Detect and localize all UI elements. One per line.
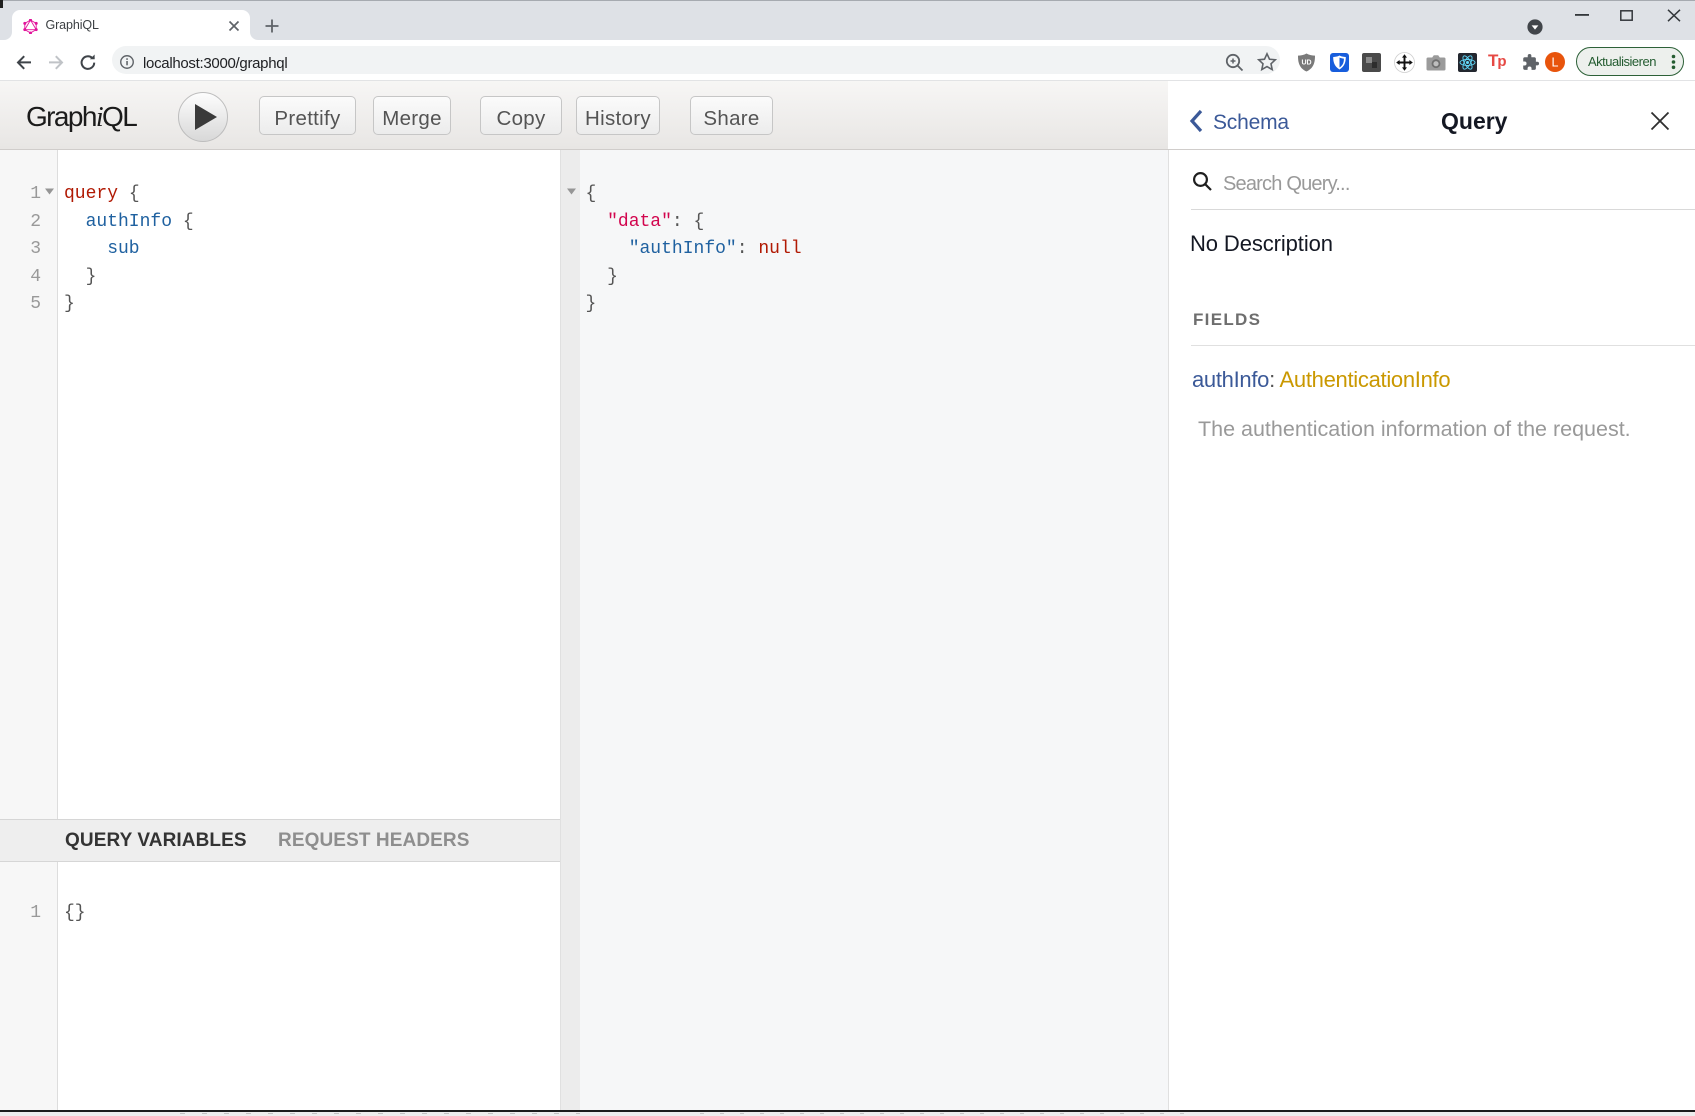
svg-text:UD: UD: [1301, 60, 1311, 67]
svg-text:L: L: [1552, 56, 1559, 70]
